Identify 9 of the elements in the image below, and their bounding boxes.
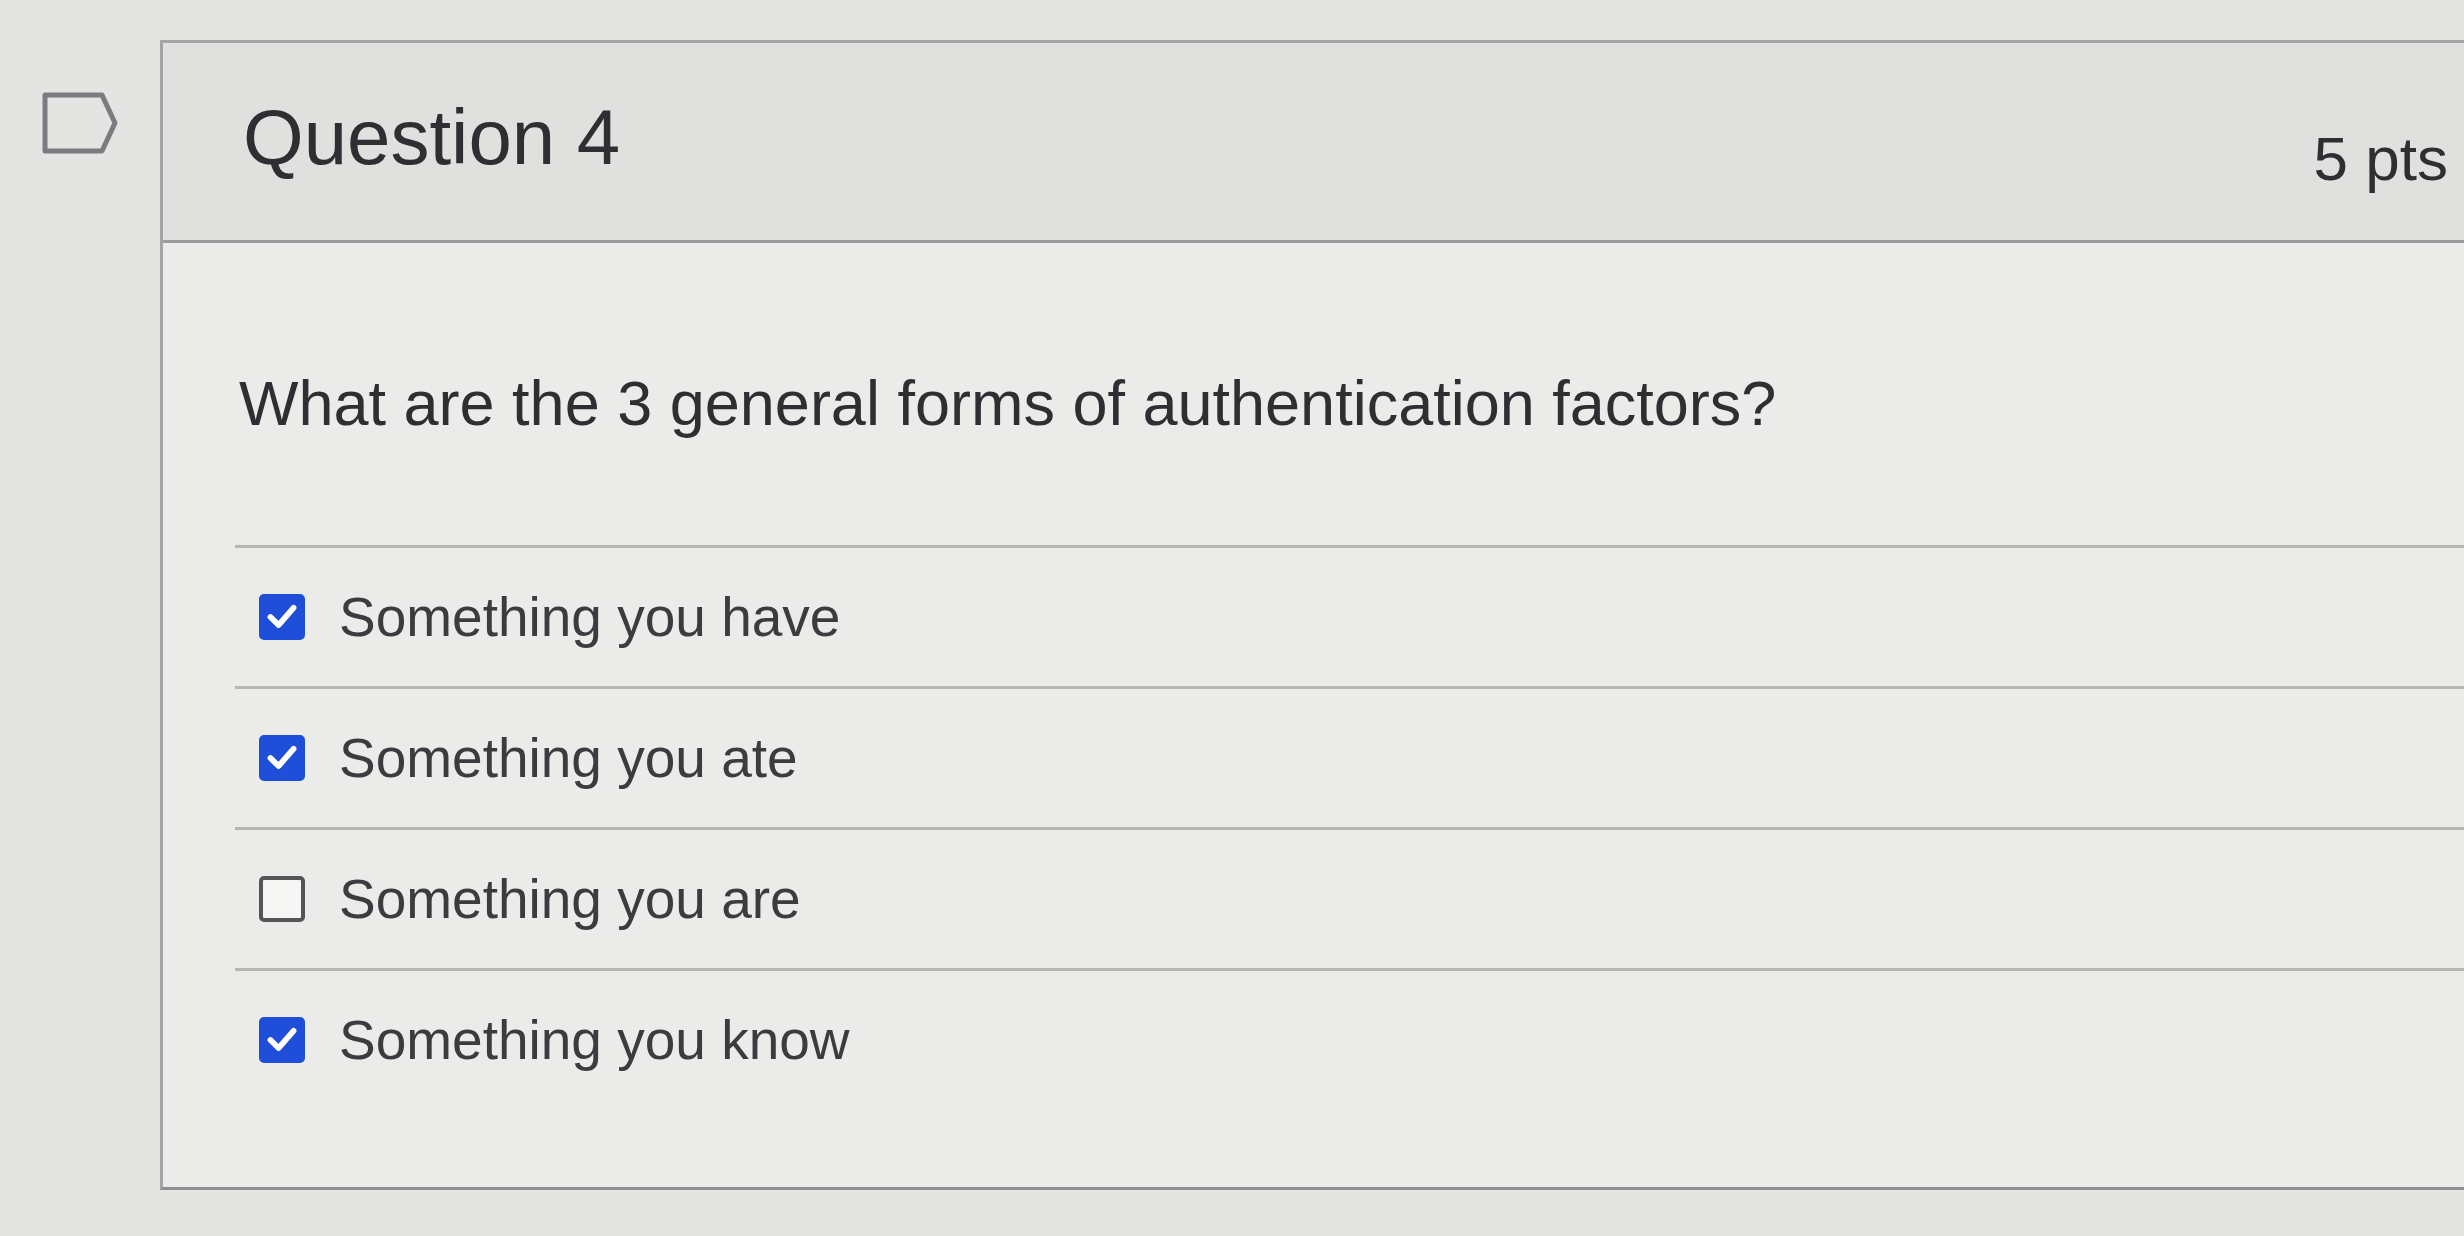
checkbox[interactable] xyxy=(259,594,305,640)
flag-icon[interactable] xyxy=(42,92,118,154)
question-text: What are the 3 general forms of authentication factors? xyxy=(238,367,1778,440)
checkmark-icon xyxy=(267,1027,297,1053)
checkmark-icon xyxy=(267,745,297,771)
checkbox[interactable] xyxy=(259,1017,305,1063)
checkmark-icon xyxy=(267,604,297,630)
checkbox[interactable] xyxy=(259,735,305,781)
checkbox[interactable] xyxy=(259,876,305,922)
